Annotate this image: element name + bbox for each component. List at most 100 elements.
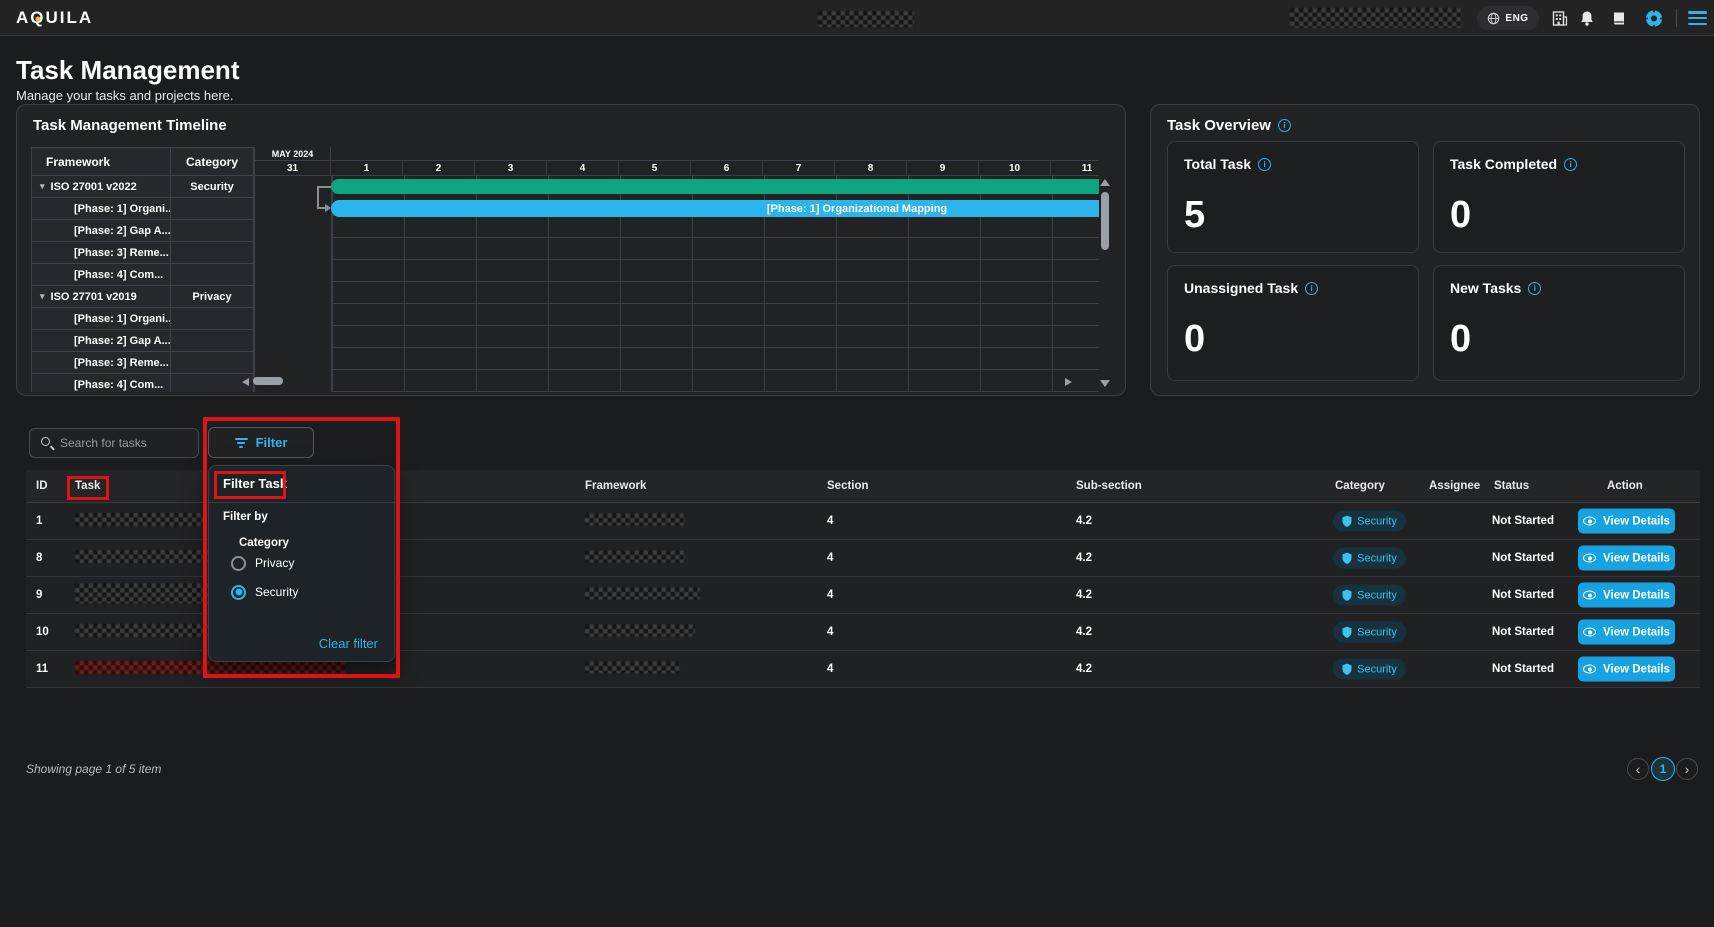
header-action: Action bbox=[1607, 480, 1643, 492]
gantt-day-header: 9 bbox=[907, 161, 979, 176]
view-details-button[interactable]: View Details bbox=[1578, 509, 1675, 534]
view-details-button[interactable]: View Details bbox=[1578, 657, 1675, 682]
header-category: Category bbox=[1335, 480, 1385, 492]
menu-hamburger-icon[interactable] bbox=[1688, 11, 1707, 25]
gantt-bar-framework[interactable] bbox=[331, 179, 1099, 194]
globe-icon bbox=[1487, 12, 1500, 25]
dependency-line bbox=[317, 186, 319, 208]
gantt-row: [Phase: 4] Com... bbox=[31, 374, 254, 392]
cell-id: 1 bbox=[36, 515, 42, 527]
redacted-framework bbox=[585, 551, 685, 563]
info-icon[interactable]: i bbox=[1278, 119, 1291, 132]
header-section: Section bbox=[827, 480, 869, 492]
cell-id: 8 bbox=[36, 552, 42, 564]
gantt-day-header: 2 bbox=[403, 161, 475, 176]
search-input[interactable] bbox=[60, 429, 195, 457]
notifications-bell-icon[interactable] bbox=[1578, 9, 1596, 27]
eye-icon bbox=[1583, 554, 1596, 563]
header-status: Status bbox=[1494, 480, 1529, 492]
gantt-day-header: 1 bbox=[331, 161, 403, 176]
gantt-day-header: 10 bbox=[979, 161, 1051, 176]
gantt-framework-header: Framework bbox=[31, 147, 171, 176]
gantt-chart: Framework Category ▾ISO 27001 v2022 Secu… bbox=[31, 147, 1111, 392]
scroll-left-icon[interactable] bbox=[242, 378, 249, 386]
view-details-button[interactable]: View Details bbox=[1578, 546, 1675, 571]
clear-filter-link[interactable]: Clear filter bbox=[319, 636, 378, 651]
category-badge: Security bbox=[1333, 585, 1406, 606]
status-text: Not Started bbox=[1492, 552, 1554, 564]
header-sub-section: Sub-section bbox=[1076, 480, 1142, 492]
scroll-right-icon[interactable] bbox=[1065, 378, 1072, 386]
gantt-row: [Phase: 2] Gap A... bbox=[31, 330, 254, 352]
gantt-vertical-scrollbar[interactable] bbox=[1099, 176, 1111, 392]
filter-button-label: Filter bbox=[256, 435, 288, 450]
radio-label: Privacy bbox=[255, 556, 294, 570]
stat-card-task-completed: Task Completedi 0 bbox=[1433, 141, 1685, 253]
info-icon[interactable]: i bbox=[1258, 158, 1271, 171]
stat-value: 5 bbox=[1184, 194, 1205, 237]
stat-value: 0 bbox=[1184, 318, 1205, 361]
header-id: ID bbox=[36, 480, 48, 492]
shield-icon bbox=[1342, 589, 1352, 601]
filter-popup: Filter Task Filter by Category Privacy S… bbox=[208, 465, 395, 662]
radio-option-security[interactable]: Security bbox=[231, 583, 381, 601]
cell-section: 4 bbox=[827, 663, 833, 675]
collapse-caret-icon[interactable]: ▾ bbox=[40, 291, 45, 302]
cell-sub-section: 4.2 bbox=[1076, 552, 1092, 564]
pagination-prev-button[interactable]: ‹ bbox=[1627, 758, 1649, 780]
pagination-summary: Showing page 1 of 5 item bbox=[26, 762, 161, 776]
cell-sub-section: 4.2 bbox=[1076, 589, 1092, 601]
shield-icon bbox=[1342, 663, 1352, 675]
filter-popup-title: Filter Task bbox=[223, 476, 287, 491]
gantt-row-label: [Phase: 4] Com... bbox=[74, 379, 163, 391]
status-text: Not Started bbox=[1492, 589, 1554, 601]
overview-title: Task Overviewi bbox=[1167, 117, 1291, 134]
view-details-button[interactable]: View Details bbox=[1578, 583, 1675, 608]
vertical-scroll-thumb[interactable] bbox=[1101, 192, 1109, 250]
redacted-task-name bbox=[75, 550, 210, 563]
gantt-row-label: [Phase: 1] Organi... bbox=[74, 313, 171, 325]
radio-option-privacy[interactable]: Privacy bbox=[231, 554, 381, 572]
language-selector[interactable]: ENG bbox=[1477, 6, 1539, 30]
shield-icon bbox=[1342, 552, 1352, 564]
navbar-divider bbox=[1676, 9, 1677, 27]
task-overview-panel: Task Overviewi Total Taski 5 Task Comple… bbox=[1150, 104, 1700, 396]
gantt-bar-phase[interactable]: [Phase: 1] Organizational Mapping bbox=[331, 200, 1099, 217]
scroll-down-icon[interactable] bbox=[1100, 380, 1110, 387]
logo-q-dot: Q bbox=[30, 8, 45, 28]
eye-icon bbox=[1583, 665, 1596, 674]
radio-icon[interactable] bbox=[231, 556, 246, 571]
gantt-day-header: 11 bbox=[1051, 161, 1099, 176]
header-task: Task bbox=[75, 480, 100, 492]
info-icon[interactable]: i bbox=[1564, 158, 1577, 171]
gantt-bar-label: [Phase: 1] Organizational Mapping bbox=[767, 203, 947, 215]
filter-button[interactable]: Filter bbox=[208, 427, 314, 458]
status-text: Not Started bbox=[1492, 515, 1554, 527]
pagination-next-button[interactable]: › bbox=[1676, 758, 1698, 780]
pagination-page-1[interactable]: 1 bbox=[1651, 757, 1675, 781]
gantt-row: [Phase: 2] Gap A... bbox=[31, 220, 254, 242]
redacted-framework bbox=[585, 588, 700, 600]
collapse-caret-icon[interactable]: ▾ bbox=[40, 181, 45, 192]
horizontal-scroll-thumb[interactable] bbox=[253, 377, 283, 385]
cell-section: 4 bbox=[827, 552, 833, 564]
stat-value: 0 bbox=[1450, 318, 1471, 361]
gantt-row-label: [Phase: 2] Gap A... bbox=[74, 335, 171, 347]
support-lifebuoy-icon[interactable] bbox=[1645, 9, 1663, 27]
category-badge: Security bbox=[1333, 622, 1406, 643]
aquila-logo[interactable]: AQUILA bbox=[16, 8, 93, 28]
gantt-day-header: 7 bbox=[763, 161, 835, 176]
cell-sub-section: 4.2 bbox=[1076, 515, 1092, 527]
view-details-button[interactable]: View Details bbox=[1578, 620, 1675, 645]
organization-icon[interactable] bbox=[1550, 9, 1568, 27]
redacted-task-name bbox=[75, 661, 345, 674]
page-subtitle: Manage your tasks and projects here. bbox=[16, 88, 234, 103]
header-assignee: Assignee bbox=[1429, 480, 1480, 492]
docs-book-icon[interactable] bbox=[1610, 9, 1628, 27]
info-icon[interactable]: i bbox=[1305, 282, 1318, 295]
info-icon[interactable]: i bbox=[1528, 282, 1541, 295]
gantt-row-label: [Phase: 3] Reme... bbox=[74, 247, 169, 259]
stat-value: 0 bbox=[1450, 194, 1471, 237]
scroll-up-icon[interactable] bbox=[1100, 179, 1110, 186]
radio-selected-icon[interactable] bbox=[231, 585, 246, 600]
